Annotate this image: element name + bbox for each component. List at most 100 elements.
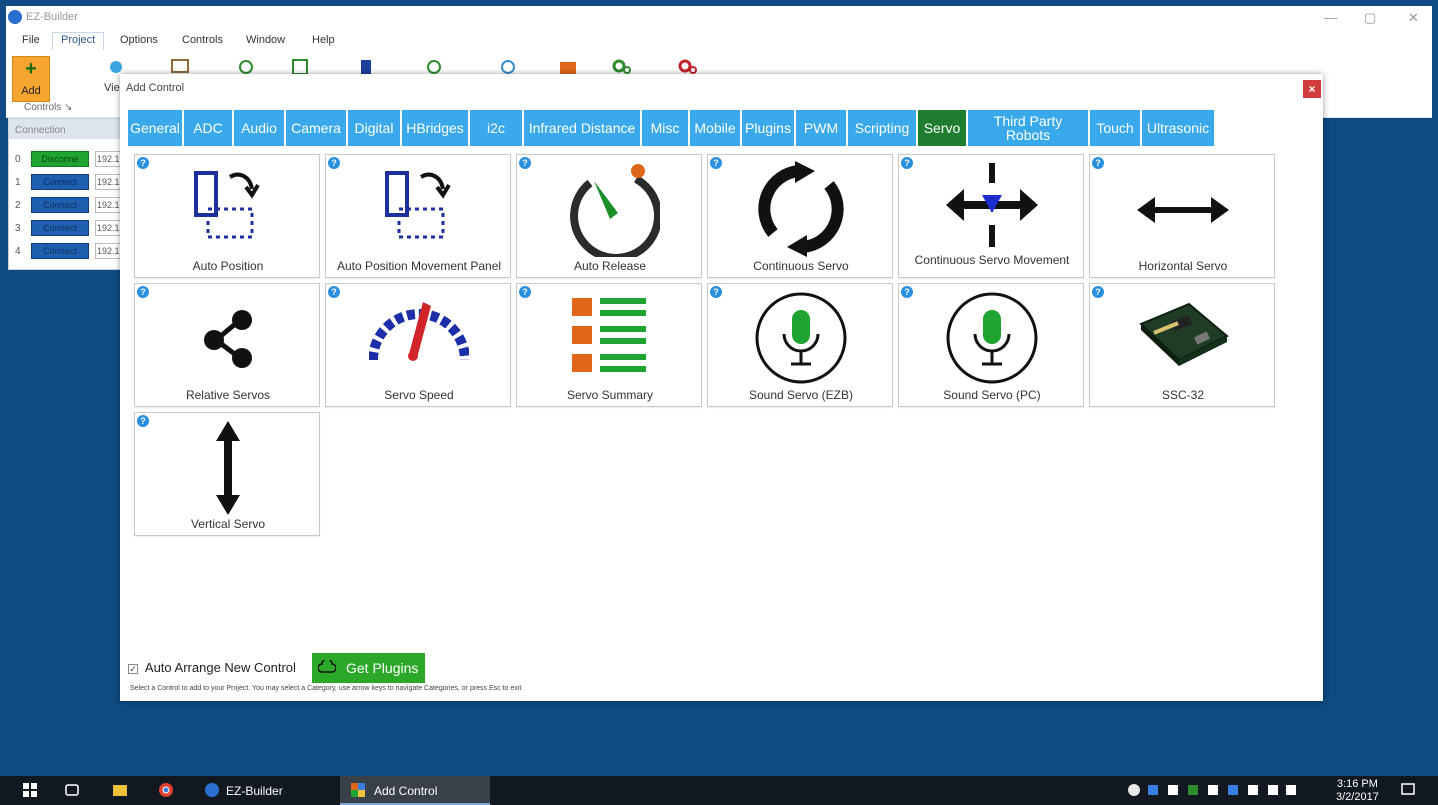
- connection-row: 0 Disconne 192.1: [15, 151, 123, 169]
- control-label: Sound Servo (EZB): [748, 388, 854, 402]
- tab-audio[interactable]: Audio: [234, 110, 284, 146]
- tab-misc[interactable]: Misc: [642, 110, 688, 146]
- ip-field[interactable]: 192.1: [95, 174, 123, 190]
- horizontal-arrow-icon: [1137, 197, 1229, 223]
- get-plugins-button[interactable]: Get Plugins: [312, 653, 425, 683]
- control-card-horizontal-servo[interactable]: ? Horizontal Servo: [1089, 154, 1275, 278]
- control-card-sound-servo-pc[interactable]: ? Sound Servo (PC): [898, 283, 1084, 407]
- connection-title: Connection: [9, 119, 121, 139]
- control-label: Servo Summary: [566, 388, 654, 402]
- help-icon[interactable]: ?: [328, 286, 340, 298]
- tab-scripting[interactable]: Scripting: [848, 110, 916, 146]
- taskbar-ez-builder[interactable]: EZ-Builder: [226, 784, 283, 798]
- tab-third-party-robots[interactable]: Third Party Robots: [968, 110, 1088, 146]
- ip-field[interactable]: 192.1: [95, 197, 123, 213]
- tray-icons[interactable]: [1126, 782, 1142, 798]
- microphone-icon: [755, 292, 847, 384]
- connect-button[interactable]: Connect: [31, 243, 89, 259]
- add-control-taskbar-icon: [351, 783, 365, 797]
- ez-builder-taskbar-icon[interactable]: [204, 782, 220, 798]
- control-card-sound-servo-ezb[interactable]: ? Sound Servo (EZB): [707, 283, 893, 407]
- control-card-relative-servos[interactable]: ? Relative Servos: [134, 283, 320, 407]
- dialog-close-button[interactable]: ×: [1303, 80, 1321, 98]
- windows-start-icon[interactable]: [22, 782, 38, 798]
- menu-window[interactable]: Window: [246, 34, 285, 46]
- connect-button[interactable]: Connect: [31, 174, 89, 190]
- control-card-servo-speed[interactable]: ? Servo Speed: [325, 283, 511, 407]
- help-icon[interactable]: ?: [901, 286, 913, 298]
- connect-button[interactable]: Connect: [31, 220, 89, 236]
- view-label: Vie: [104, 82, 120, 94]
- tab-servo[interactable]: Servo: [918, 110, 966, 146]
- control-card-servo-summary[interactable]: ? Servo Summary: [516, 283, 702, 407]
- add-control-button[interactable]: + Add: [12, 56, 50, 102]
- control-card-auto-position[interactable]: ? Auto Position: [134, 154, 320, 278]
- control-card-vertical-servo[interactable]: ? Vertical Servo: [134, 412, 320, 536]
- ip-field[interactable]: 192.1: [95, 151, 123, 167]
- help-icon[interactable]: ?: [519, 157, 531, 169]
- control-label: Vertical Servo: [190, 517, 266, 531]
- control-card-auto-position-panel[interactable]: ? Auto Position Movement Panel: [325, 154, 511, 278]
- share-icon: [204, 310, 252, 368]
- tab-general[interactable]: General: [128, 110, 182, 146]
- control-card-continuous-servo-movement[interactable]: ? Continuous Servo Movement: [898, 154, 1084, 278]
- notifications-icon[interactable]: [1400, 782, 1416, 798]
- taskbar-clock[interactable]: 3:16 PM 3/2/2017: [1336, 778, 1379, 804]
- tab-digital[interactable]: Digital: [348, 110, 400, 146]
- tab-plugins[interactable]: Plugins: [742, 110, 794, 146]
- taskbar-add-control-item[interactable]: Add Control: [340, 776, 490, 805]
- close-window-button[interactable]: ✕: [1408, 10, 1419, 26]
- tab-camera[interactable]: Camera: [286, 110, 346, 146]
- help-icon[interactable]: ?: [901, 157, 913, 169]
- menu-options[interactable]: Options: [120, 34, 158, 46]
- file-explorer-icon[interactable]: [112, 782, 128, 798]
- ip-field[interactable]: 192.1: [95, 220, 123, 236]
- minimize-button[interactable]: —: [1324, 10, 1337, 25]
- connection-index: 0: [15, 154, 21, 165]
- auto-arrange-checkbox[interactable]: ✓ Auto Arrange New Control: [128, 660, 296, 675]
- disconnect-button[interactable]: Disconne: [31, 151, 89, 167]
- chrome-icon[interactable]: [158, 782, 174, 798]
- menu-help[interactable]: Help: [312, 34, 335, 46]
- taskbar-add-control: Add Control: [374, 784, 438, 798]
- tab-i2c[interactable]: i2c: [470, 110, 522, 146]
- help-icon[interactable]: ?: [137, 286, 149, 298]
- control-card-continuous-servo[interactable]: ? Continuous Servo: [707, 154, 893, 278]
- menu-controls[interactable]: Controls: [182, 34, 223, 46]
- microphone-icon: [946, 292, 1038, 384]
- menu-project[interactable]: Project: [52, 32, 105, 50]
- menu-file[interactable]: File: [22, 34, 40, 46]
- tab-infrared-distance[interactable]: Infrared Distance: [524, 110, 640, 146]
- checkbox-icon[interactable]: ✓: [128, 664, 138, 674]
- help-icon[interactable]: ?: [710, 286, 722, 298]
- tab-pwm[interactable]: PWM: [796, 110, 846, 146]
- control-label: Auto Position: [192, 259, 264, 273]
- help-icon[interactable]: ?: [328, 157, 340, 169]
- title-bar: EZ-Builder — ▢ ✕: [6, 6, 1432, 30]
- control-card-ssc-32[interactable]: ? SSC-32: [1089, 283, 1275, 407]
- help-icon[interactable]: ?: [519, 286, 531, 298]
- list-summary-icon: [572, 298, 646, 372]
- connection-row: 1 Connect 192.1: [15, 174, 123, 192]
- task-view-icon[interactable]: [64, 782, 80, 798]
- control-label: SSC-32: [1161, 388, 1205, 402]
- system-tray-icons[interactable]: [1148, 782, 1298, 798]
- control-card-auto-release[interactable]: ? Auto Release: [516, 154, 702, 278]
- tab-ultrasonic[interactable]: Ultrasonic: [1142, 110, 1214, 146]
- help-icon[interactable]: ?: [137, 415, 149, 427]
- maximize-button[interactable]: ▢: [1364, 10, 1376, 26]
- tab-hbridges[interactable]: HBridges: [402, 110, 468, 146]
- help-icon[interactable]: ?: [710, 157, 722, 169]
- category-tabs: General ADC Audio Camera Digital HBridge…: [128, 110, 1318, 146]
- control-label: Continuous Servo: [753, 259, 849, 273]
- help-icon[interactable]: ?: [137, 157, 149, 169]
- tab-touch[interactable]: Touch: [1090, 110, 1140, 146]
- ip-field[interactable]: 192.1: [95, 243, 123, 259]
- help-icon[interactable]: ?: [1092, 157, 1104, 169]
- connect-button[interactable]: Connect: [31, 197, 89, 213]
- connection-index: 1: [15, 177, 21, 188]
- tab-adc[interactable]: ADC: [184, 110, 232, 146]
- control-label: Auto Release: [573, 259, 647, 273]
- help-icon[interactable]: ?: [1092, 286, 1104, 298]
- tab-mobile[interactable]: Mobile: [690, 110, 740, 146]
